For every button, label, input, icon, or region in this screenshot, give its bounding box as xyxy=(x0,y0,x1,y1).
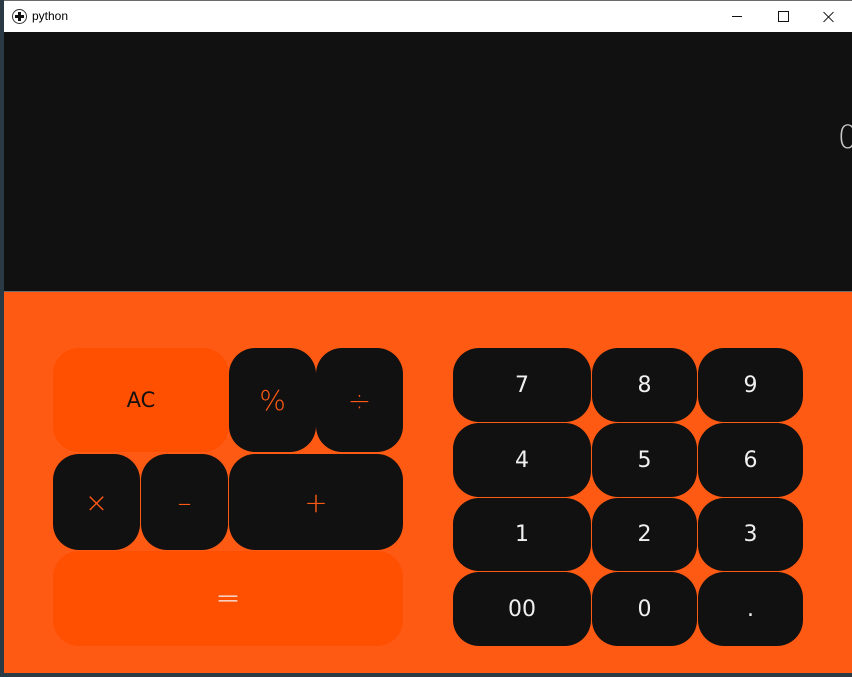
maximize-icon xyxy=(777,11,789,22)
close-button[interactable] xyxy=(806,1,852,32)
digit-1-button[interactable]: 1 xyxy=(453,498,591,571)
digit-0-button[interactable]: 0 xyxy=(592,572,697,646)
digit-7-button[interactable]: 7 xyxy=(453,348,591,422)
close-icon xyxy=(823,11,835,23)
multiply-button[interactable]: × xyxy=(53,454,140,550)
percent-button[interactable]: % xyxy=(229,348,316,452)
digit-4-button[interactable]: 4 xyxy=(453,423,591,497)
plus-button[interactable]: + xyxy=(229,454,403,550)
digit-2-button[interactable]: 2 xyxy=(592,498,697,571)
python-app-icon xyxy=(12,9,27,24)
calculator-display: 0 xyxy=(4,32,852,292)
window-title: python xyxy=(32,9,69,23)
double-zero-button[interactable]: 00 xyxy=(453,572,591,646)
minimize-button[interactable] xyxy=(714,1,760,32)
calculator-window: python 0 AC % ÷ × – + = 7 8 9 4 5 6 1 2 … xyxy=(4,0,852,673)
minus-button[interactable]: – xyxy=(141,454,228,550)
digit-6-button[interactable]: 6 xyxy=(698,423,803,497)
title-bar[interactable]: python xyxy=(4,1,852,32)
equals-button[interactable]: = xyxy=(53,551,403,646)
digit-9-button[interactable]: 9 xyxy=(698,348,803,422)
digit-8-button[interactable]: 8 xyxy=(592,348,697,422)
display-value: 0 xyxy=(837,118,852,156)
maximize-button[interactable] xyxy=(760,1,806,32)
minimize-icon xyxy=(732,16,742,17)
digit-3-button[interactable]: 3 xyxy=(698,498,803,571)
ac-button[interactable]: AC xyxy=(53,348,229,452)
divide-button[interactable]: ÷ xyxy=(316,348,403,452)
decimal-point-button[interactable]: . xyxy=(698,572,803,646)
digit-5-button[interactable]: 5 xyxy=(592,423,697,497)
